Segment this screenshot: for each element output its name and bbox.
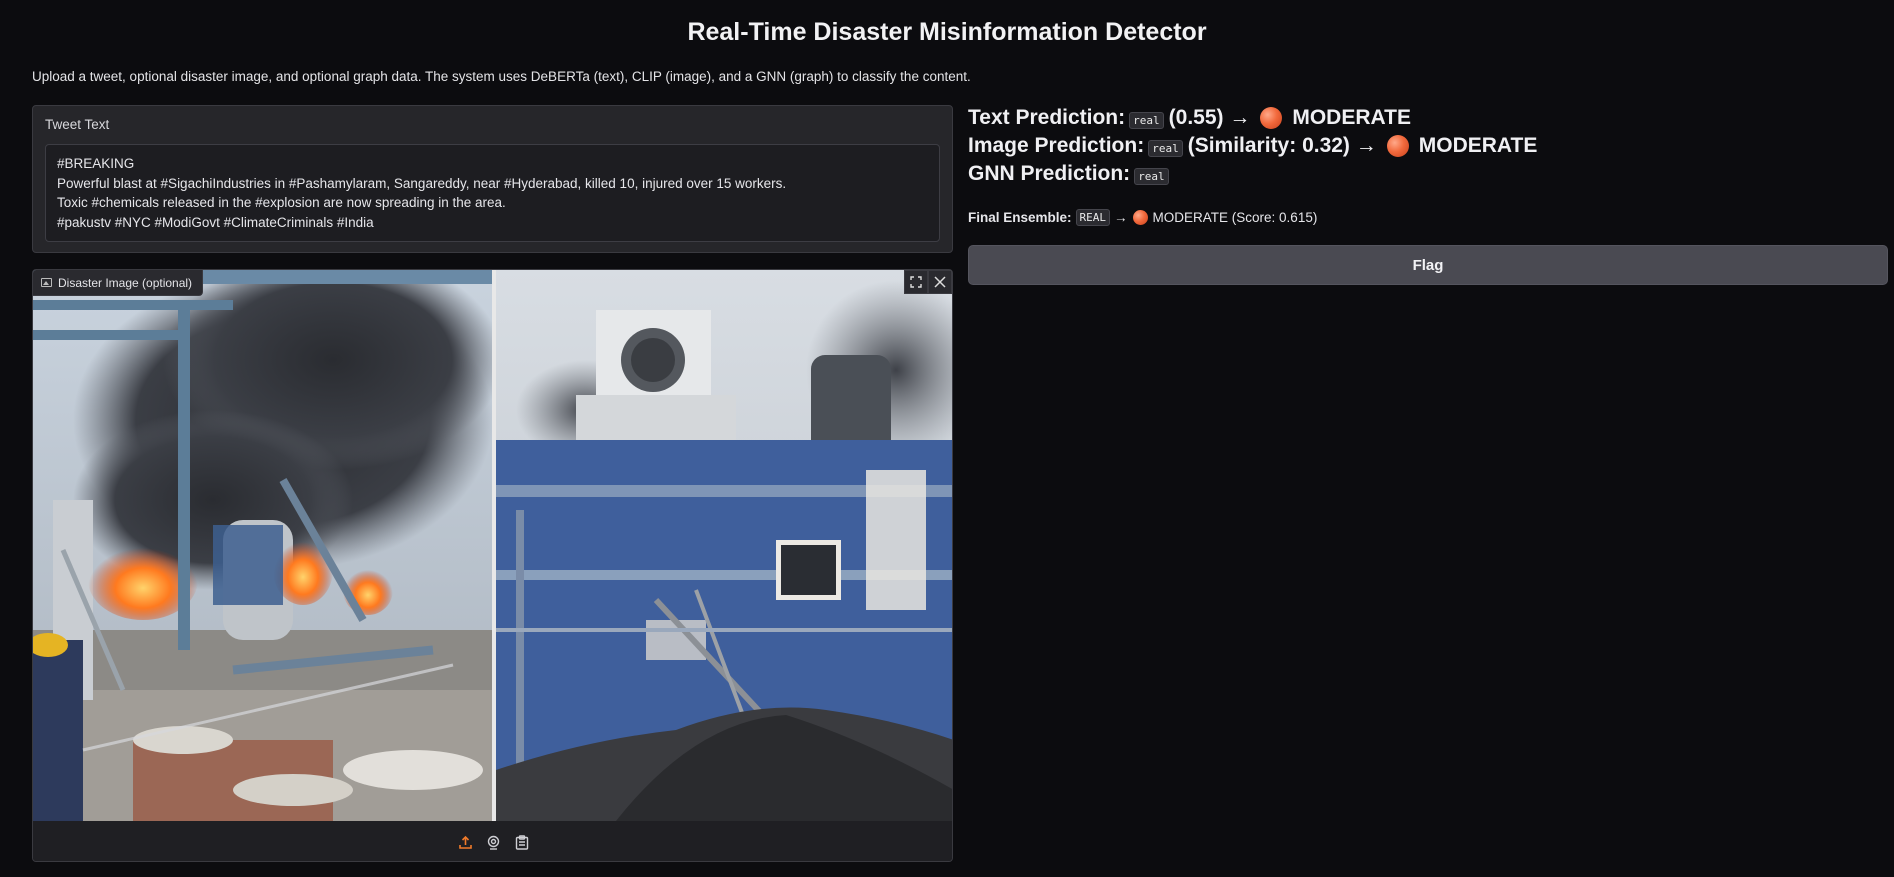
fullscreen-icon[interactable] <box>904 270 928 294</box>
text-prediction-label: Text Prediction: <box>968 106 1126 129</box>
image-prediction-score: (Similarity: 0.32) → <box>1187 134 1377 157</box>
image-prediction: Image Prediction: real (Similarity: 0.32… <box>968 134 1537 158</box>
text-prediction-level: MODERATE <box>1292 106 1411 129</box>
final-ensemble: Final Ensemble: REAL → MODERATE (Score: … <box>968 209 1317 226</box>
text-prediction: Text Prediction: real (0.55) → MODERATE <box>968 106 1411 130</box>
tweet-line: #pakustv #NYC #ModiGovt #ClimateCriminal… <box>57 214 374 230</box>
final-ensemble-arrow: → <box>1114 210 1128 225</box>
flag-button[interactable]: Flag <box>968 245 1888 285</box>
image-actions <box>904 270 952 294</box>
final-ensemble-label: Final Ensemble: <box>968 210 1072 225</box>
image-prediction-label: Image Prediction: <box>968 134 1145 157</box>
clipboard-icon[interactable] <box>514 834 530 850</box>
text-prediction-score: (0.55) → <box>1168 106 1251 129</box>
orange-circle-icon <box>1260 107 1283 129</box>
tweet-line: Toxic #chemicals released in the #explos… <box>57 195 506 210</box>
image-prediction-code: real <box>1148 139 1183 157</box>
image-label: Disaster Image (optional) <box>33 270 204 296</box>
final-ensemble-code: REAL <box>1075 209 1111 226</box>
gnn-prediction-label: GNN Prediction: <box>968 162 1131 185</box>
gnn-prediction-code: real <box>1134 167 1169 185</box>
disaster-photo-right <box>496 270 952 821</box>
close-icon[interactable] <box>928 270 952 294</box>
image-source-toolbar <box>33 821 952 861</box>
orange-circle-icon <box>1132 210 1148 225</box>
image-icon <box>41 278 52 287</box>
tweet-label: Tweet Text <box>45 117 110 132</box>
tweet-textarea[interactable]: #BREAKING Powerful blast at #SigachiIndu… <box>45 144 940 242</box>
image-prediction-level: MODERATE <box>1418 134 1538 157</box>
gnn-prediction: GNN Prediction: real <box>968 162 1174 186</box>
tweet-line: Powerful blast at #SigachiIndustries in … <box>57 175 787 191</box>
text-prediction-code: real <box>1129 111 1164 129</box>
tweet-panel: Tweet Text #BREAKING Powerful blast at #… <box>32 105 953 253</box>
upload-icon[interactable] <box>458 834 474 850</box>
tweet-line: #BREAKING <box>57 156 135 171</box>
page-description: Upload a tweet, optional disaster image,… <box>32 69 971 84</box>
disaster-photo-left <box>33 270 492 821</box>
webcam-icon[interactable] <box>486 834 502 850</box>
page-title: Real-Time Disaster Misinformation Detect… <box>687 18 1207 46</box>
final-ensemble-text: MODERATE (Score: 0.615) <box>1152 210 1318 225</box>
orange-circle-icon <box>1386 135 1409 157</box>
image-label-text: Disaster Image (optional) <box>58 275 193 290</box>
image-panel: Disaster Image (optional) <box>32 269 953 862</box>
